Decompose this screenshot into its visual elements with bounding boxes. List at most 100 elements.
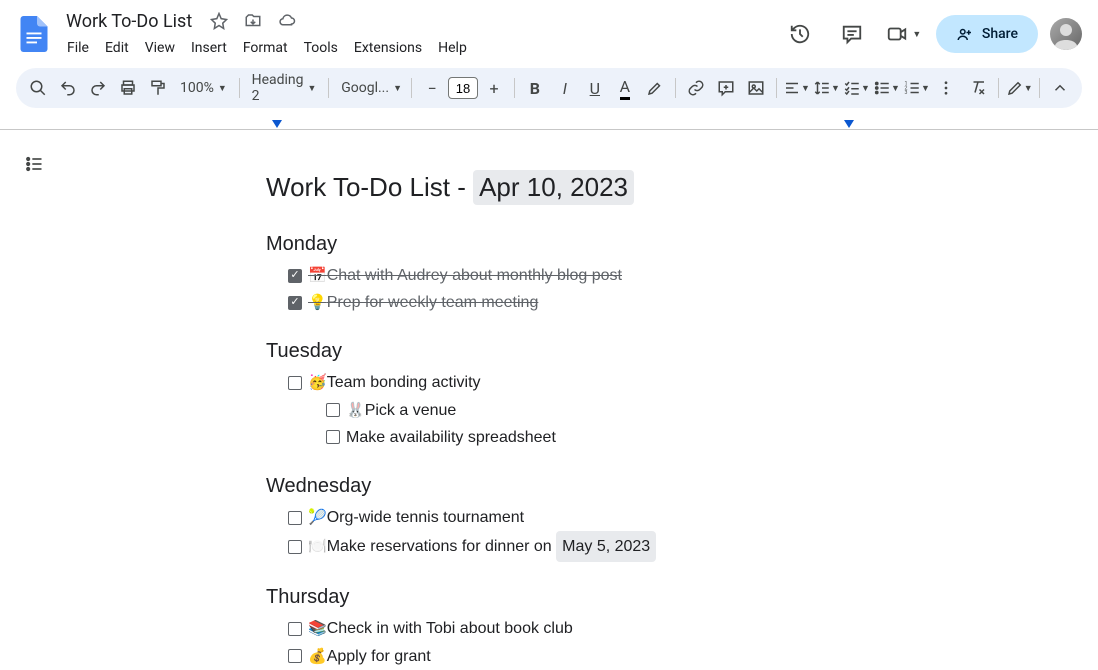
checkbox-icon[interactable] <box>288 649 302 663</box>
emoji-icon: 📚 <box>308 620 327 637</box>
menu-insert[interactable]: Insert <box>184 36 234 60</box>
checklist-item-text[interactable]: 💰Apply for grant <box>308 643 431 670</box>
day-heading[interactable]: Monday <box>266 233 886 256</box>
checklist-item[interactable]: 🍽️Make reservations for dinner on May 5,… <box>288 531 886 562</box>
checklist-item[interactable]: 💰Apply for grant <box>288 643 886 670</box>
ruler-indent-left[interactable] <box>272 120 282 128</box>
link-icon[interactable] <box>682 74 710 102</box>
ruler-indent-right[interactable] <box>844 120 854 128</box>
paint-format-icon[interactable] <box>144 74 172 102</box>
bold-icon[interactable]: B <box>521 74 549 102</box>
font-size-input[interactable] <box>448 77 478 99</box>
checklist-item-text[interactable]: 🎾Org-wide tennis tournament <box>308 504 524 531</box>
outline-toggle-icon[interactable] <box>14 144 54 184</box>
collapse-icon[interactable] <box>1046 74 1074 102</box>
emoji-icon: 💰 <box>308 648 327 665</box>
add-comment-icon[interactable] <box>712 74 740 102</box>
undo-icon[interactable] <box>54 74 82 102</box>
editing-mode-icon[interactable]: ▼ <box>1005 74 1033 102</box>
more-icon[interactable] <box>932 74 960 102</box>
menu-help[interactable]: Help <box>431 36 474 60</box>
numbered-list-icon[interactable]: 123▼ <box>902 74 930 102</box>
checklist: 📚Check in with Tobi about book club💰Appl… <box>266 615 886 669</box>
app-header: Work To-Do List File Edit View Insert Fo… <box>0 0 1098 60</box>
checklist-item-text[interactable]: 💡Prep for weekly team meeting <box>308 289 538 316</box>
day-heading[interactable]: Wednesday <box>266 475 886 498</box>
day-heading[interactable]: Thursday <box>266 586 886 609</box>
redo-icon[interactable] <box>84 74 112 102</box>
line-spacing-icon[interactable]: ▼ <box>812 74 840 102</box>
highlight-icon[interactable] <box>641 74 669 102</box>
font-dropdown[interactable]: Googl...▼ <box>335 74 405 102</box>
align-icon[interactable]: ▼ <box>782 74 810 102</box>
page-title[interactable]: Work To-Do List - Apr 10, 2023 <box>266 170 886 205</box>
share-label: Share <box>982 26 1018 42</box>
emoji-icon: 📅 <box>308 267 327 284</box>
checkbox-icon[interactable] <box>288 622 302 636</box>
menu-tools[interactable]: Tools <box>297 36 345 60</box>
checklist-item[interactable]: 📚Check in with Tobi about book club <box>288 615 886 642</box>
underline-icon[interactable]: U <box>581 74 609 102</box>
checklist-item-text[interactable]: 📅Chat with Audrey about monthly blog pos… <box>308 262 622 289</box>
share-button[interactable]: Share <box>936 15 1038 53</box>
checklist-item[interactable]: 🥳Team bonding activity <box>288 369 886 396</box>
menu-view[interactable]: View <box>138 36 182 60</box>
print-icon[interactable] <box>114 74 142 102</box>
history-icon[interactable] <box>780 14 820 54</box>
checklist-item-text[interactable]: 📚Check in with Tobi about book club <box>308 615 573 642</box>
zoom-dropdown[interactable]: 100%▼ <box>174 74 233 102</box>
emoji-icon: 💡 <box>308 294 327 311</box>
checklist: 🥳Team bonding activity <box>266 369 886 396</box>
document-body[interactable]: Work To-Do List - Apr 10, 2023 Monday 📅Ch… <box>266 170 886 670</box>
checklist-icon[interactable]: ▼ <box>842 74 870 102</box>
checklist-item-text[interactable]: 🍽️Make reservations for dinner on May 5,… <box>308 531 656 562</box>
checklist-item[interactable]: 💡Prep for weekly team meeting <box>288 289 886 316</box>
docs-logo-icon[interactable] <box>16 16 52 52</box>
day-heading[interactable]: Tuesday <box>266 340 886 363</box>
image-icon[interactable] <box>742 74 770 102</box>
menu-file[interactable]: File <box>60 36 96 60</box>
checklist-item-text[interactable]: 🐰Pick a venue <box>346 397 456 424</box>
star-icon[interactable] <box>206 8 232 34</box>
menu-extensions[interactable]: Extensions <box>347 36 429 60</box>
italic-icon[interactable]: I <box>551 74 579 102</box>
checklist-item-text[interactable]: 🥳Team bonding activity <box>308 369 481 396</box>
document-title[interactable]: Work To-Do List <box>60 9 198 34</box>
checkbox-icon[interactable] <box>288 269 302 283</box>
date-chip[interactable]: May 5, 2023 <box>556 531 656 562</box>
emoji-icon: 🐰 <box>346 402 365 419</box>
checklist-item[interactable]: Make availability spreadsheet <box>326 424 886 451</box>
checklist-item[interactable]: 🐰Pick a venue <box>326 397 886 424</box>
styles-dropdown[interactable]: Heading 2▼ <box>246 74 323 102</box>
svg-text:3: 3 <box>904 90 907 96</box>
bulleted-list-icon[interactable]: ▼ <box>872 74 900 102</box>
checkbox-icon[interactable] <box>326 430 340 444</box>
search-icon[interactable] <box>24 74 52 102</box>
toolbar: 100%▼ Heading 2▼ Googl...▼ − + B I U A ▼… <box>16 68 1082 108</box>
checklist-nested: 🐰Pick a venueMake availability spreadshe… <box>266 397 886 451</box>
checklist-item[interactable]: 📅Chat with Audrey about monthly blog pos… <box>288 262 886 289</box>
checklist: 📅Chat with Audrey about monthly blog pos… <box>266 262 886 316</box>
account-avatar[interactable] <box>1050 18 1082 50</box>
move-icon[interactable] <box>240 8 266 34</box>
checkbox-icon[interactable] <box>326 403 340 417</box>
emoji-icon: 🎾 <box>308 509 327 526</box>
date-chip[interactable]: Apr 10, 2023 <box>473 170 634 205</box>
comments-icon[interactable] <box>832 14 872 54</box>
menu-edit[interactable]: Edit <box>98 36 136 60</box>
checklist-item-text[interactable]: Make availability spreadsheet <box>346 424 556 451</box>
menu-bar: File Edit View Insert Format Tools Exten… <box>60 36 772 60</box>
decrease-font-icon[interactable]: − <box>418 74 446 102</box>
menu-format[interactable]: Format <box>236 36 295 60</box>
increase-font-icon[interactable]: + <box>480 74 508 102</box>
checklist-item[interactable]: 🎾Org-wide tennis tournament <box>288 504 886 531</box>
meet-icon[interactable]: ▼ <box>884 14 924 54</box>
ruler[interactable] <box>0 116 1098 130</box>
text-color-icon[interactable]: A <box>611 74 639 102</box>
checkbox-icon[interactable] <box>288 511 302 525</box>
cloud-status-icon[interactable] <box>274 8 300 34</box>
checkbox-icon[interactable] <box>288 376 302 390</box>
clear-formatting-icon[interactable] <box>964 74 992 102</box>
checkbox-icon[interactable] <box>288 296 302 310</box>
checkbox-icon[interactable] <box>288 540 302 554</box>
